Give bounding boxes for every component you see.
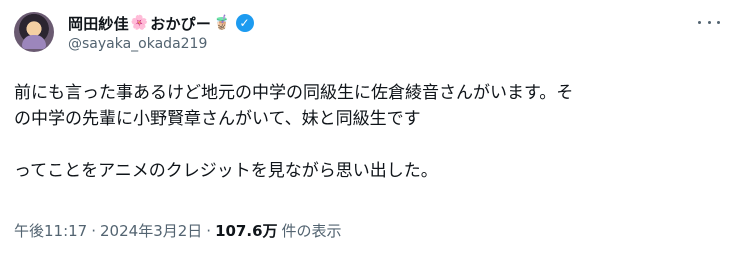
tweet-time[interactable]: 午後11:17: [14, 220, 87, 241]
avatar[interactable]: [14, 12, 54, 52]
more-dot: [717, 20, 720, 24]
tweet-date[interactable]: 2024年3月2日: [100, 220, 202, 241]
display-name-suffix[interactable]: おかぴー: [150, 13, 211, 34]
tweet-text-line: 前にも言った事あるけど地元の中学の同級生に佐倉綾音さんがいます。そ: [14, 83, 574, 103]
views-count: 107.6万: [215, 222, 278, 240]
meta-separator: ·: [206, 221, 212, 240]
tweet-text: 前にも言った事あるけど地元の中学の同級生に佐倉綾音さんがいます。そ の中学の先輩…: [14, 80, 724, 184]
bubble-tea-icon: 🧋: [213, 15, 231, 31]
more-dot: [698, 20, 701, 24]
tweet-text-line: の中学の先輩に小野賢章さんがいて、妹と同級生です: [14, 109, 421, 129]
tweet-text-blank-line: [14, 132, 724, 158]
verified-badge-icon[interactable]: ✓: [235, 14, 254, 32]
cherry-blossom-icon: 🌸: [130, 15, 149, 31]
views-label: 件の表示: [281, 222, 342, 240]
tweet-meta: 午後11:17 · 2024年3月2日 · 107.6万 件の表示: [14, 220, 342, 241]
display-name[interactable]: 岡田紗佳: [68, 13, 129, 34]
more-dot: [707, 20, 711, 24]
username-handle[interactable]: @sayaka_okada219: [68, 36, 207, 52]
tweet: 岡田紗佳 🌸 おかぴー 🧋 ✓ @sayaka_okada219 前にも言った事…: [0, 0, 738, 253]
more-options-icon[interactable]: [698, 14, 720, 30]
tweet-text-line: ってことをアニメのクレジットを見ながら思い出した。: [14, 161, 438, 181]
meta-separator: ·: [91, 221, 97, 240]
author-name-row: 岡田紗佳 🌸 おかぴー 🧋 ✓: [68, 12, 254, 34]
